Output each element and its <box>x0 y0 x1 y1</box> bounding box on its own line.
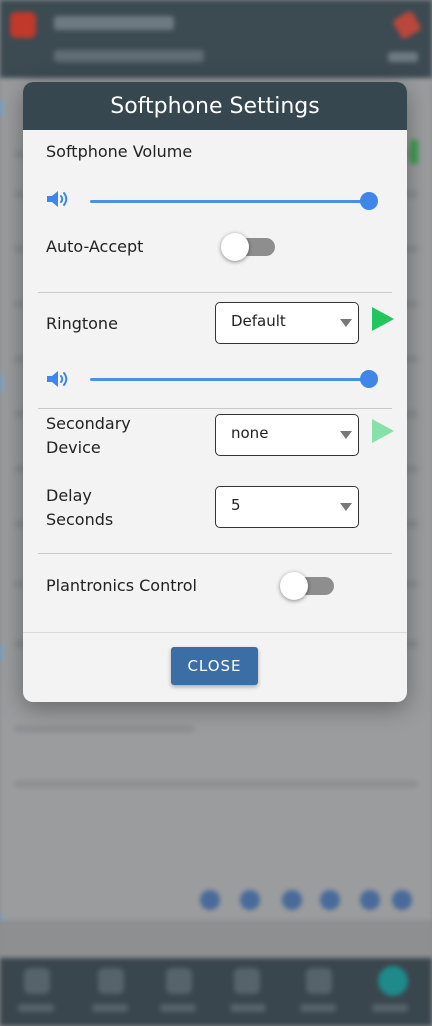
plantronics-control-label: Plantronics Control <box>46 576 197 595</box>
background-nav-label <box>92 1004 128 1012</box>
auto-accept-label: Auto-Accept <box>46 237 144 256</box>
background-tool-icon <box>360 890 380 910</box>
dialog-title: Softphone Settings <box>110 93 320 119</box>
background-nav-icon <box>166 968 192 994</box>
background-nav-active-icon <box>378 966 408 996</box>
background-tool-icon <box>282 890 302 910</box>
background-subtitle <box>54 50 204 62</box>
background-nav-label <box>372 1004 408 1012</box>
background-nav-icon <box>24 968 50 994</box>
ringtone-volume-slider[interactable] <box>90 369 378 389</box>
background-accent <box>0 375 3 391</box>
plantronics-control-toggle[interactable] <box>280 571 336 601</box>
ringtone-selected-value: Default <box>231 312 286 330</box>
background-end-button <box>10 12 36 38</box>
delay-seconds-label-line1: Delay <box>46 486 92 505</box>
background-time <box>388 52 418 62</box>
background-compose-bar <box>0 920 432 958</box>
chevron-down-icon <box>340 503 352 511</box>
delay-seconds-label: Delay Seconds <box>46 484 113 532</box>
section-divider <box>38 292 392 293</box>
secondary-device-play-icon[interactable] <box>371 418 395 444</box>
footer-divider <box>23 632 407 633</box>
background-nav-label <box>230 1004 266 1012</box>
background-tool-icon <box>392 890 412 910</box>
background-title <box>54 16 174 30</box>
background-tool-icon <box>320 890 340 910</box>
slider-track <box>90 200 369 203</box>
dialog-header: Softphone Settings <box>23 82 407 130</box>
slider-thumb[interactable] <box>360 192 378 210</box>
background-nav-label <box>300 1004 336 1012</box>
background-accent <box>0 100 3 116</box>
chevron-down-icon <box>340 319 352 327</box>
secondary-device-label-line1: Secondary <box>46 414 131 433</box>
dialog-body: Softphone Volume Auto-Accept Ringtone De… <box>23 130 407 632</box>
background-status-bar <box>410 140 418 164</box>
close-button[interactable]: CLOSE <box>171 647 258 685</box>
background-header <box>0 0 432 78</box>
ringtone-play-icon[interactable] <box>371 306 395 332</box>
secondary-device-label: Secondary Device <box>46 412 131 460</box>
chevron-down-icon <box>340 431 352 439</box>
delay-seconds-label-line2: Seconds <box>46 510 114 529</box>
background-tool-icon <box>240 890 260 910</box>
secondary-device-label-line2: Device <box>46 438 101 457</box>
background-nav-icon <box>306 968 332 994</box>
ringtone-label: Ringtone <box>46 314 118 333</box>
slider-thumb[interactable] <box>360 370 378 388</box>
background-accent <box>0 645 3 661</box>
background-nav-icon <box>234 968 260 994</box>
section-divider <box>38 553 392 554</box>
ringtone-select[interactable]: Default <box>215 302 359 344</box>
delay-seconds-select[interactable]: 5 <box>215 486 359 528</box>
auto-accept-toggle[interactable] <box>221 232 277 262</box>
background-nav-label <box>160 1004 196 1012</box>
toggle-knob[interactable] <box>280 572 308 600</box>
background-nav-bar <box>0 958 432 1026</box>
delay-seconds-selected-value: 5 <box>231 496 241 514</box>
slider-track <box>90 378 369 381</box>
secondary-device-select[interactable]: none <box>215 414 359 456</box>
background-nav-icon <box>98 968 124 994</box>
section-divider <box>38 408 392 409</box>
background-row <box>14 780 418 788</box>
toggle-knob[interactable] <box>221 233 249 261</box>
speaker-volume-icon <box>47 191 68 207</box>
background-tool-icon <box>200 890 220 910</box>
softphone-settings-dialog: Softphone Settings Softphone Volume Auto… <box>23 82 407 702</box>
background-row <box>14 725 194 733</box>
speaker-volume-icon <box>47 371 68 387</box>
background-nav-label <box>18 1004 54 1012</box>
softphone-volume-slider[interactable] <box>90 191 378 211</box>
softphone-volume-label: Softphone Volume <box>46 142 193 161</box>
secondary-device-selected-value: none <box>231 424 269 442</box>
